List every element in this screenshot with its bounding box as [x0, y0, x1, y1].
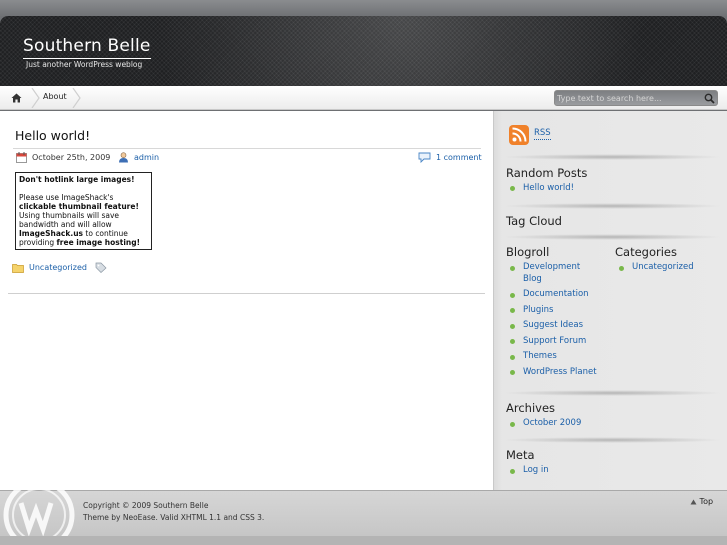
categories-title: Categories	[615, 245, 677, 259]
image-text-line: clickable thumbnail feature!	[19, 202, 139, 211]
home-button[interactable]	[0, 86, 32, 110]
site-header: Southern Belle Just another WordPress we…	[0, 16, 727, 86]
random-posts-title: Random Posts	[506, 166, 588, 180]
bullet	[510, 422, 515, 427]
bullet	[510, 293, 515, 298]
divider	[502, 234, 722, 240]
post-image[interactable]: Don't hotlink large images! Please use I…	[15, 172, 152, 250]
bullet	[510, 370, 515, 375]
page-bottom-strip	[0, 536, 727, 545]
post-author-link[interactable]: admin	[134, 153, 159, 162]
blogroll-link[interactable]: Blog	[523, 274, 542, 285]
css-link[interactable]: CSS 3	[240, 513, 262, 522]
divider	[502, 154, 722, 160]
tag-cloud-title: Tag Cloud	[506, 214, 562, 228]
site-description: Just another WordPress weblog	[26, 60, 143, 69]
image-text-line: providing	[19, 238, 57, 247]
random-post-link[interactable]: Hello world!	[523, 183, 574, 194]
divider	[502, 203, 722, 209]
image-text-line: Please use ImageShack's	[19, 193, 114, 202]
post-title[interactable]: Hello world!	[15, 128, 90, 143]
archives-title: Archives	[506, 401, 556, 415]
image-text-line: to continue	[83, 229, 128, 238]
user-icon	[119, 152, 128, 163]
blogroll-link[interactable]: Plugins	[523, 305, 553, 316]
nav-separator-icon	[72, 88, 81, 108]
image-text-line: Don't hotlink large images!	[19, 175, 135, 184]
magnifier-icon	[704, 93, 715, 104]
meta-title: Meta	[506, 448, 535, 462]
blogroll-link[interactable]: WordPress Planet	[523, 367, 597, 378]
page-top-strip	[0, 0, 727, 16]
archive-link[interactable]: October 2009	[523, 418, 581, 429]
footer-copyright: Copyright © 2009 Southern Belle	[83, 501, 209, 510]
post-comments-link[interactable]: 1 comment	[436, 153, 482, 162]
rss-icon[interactable]	[509, 125, 529, 145]
bullet	[510, 324, 515, 329]
rss-link[interactable]: RSS	[534, 128, 551, 140]
divider	[502, 437, 722, 443]
wordpress-logo-icon	[3, 489, 75, 539]
back-to-top-label: Top	[699, 497, 714, 506]
nav-item-about[interactable]: About	[43, 92, 67, 101]
divider	[502, 390, 722, 396]
search-button[interactable]	[702, 92, 716, 104]
bullet	[510, 339, 515, 344]
comment-icon	[418, 152, 431, 163]
blogroll-link[interactable]: Suggest Ideas	[523, 320, 583, 331]
blogroll-title: Blogroll	[506, 245, 550, 259]
image-text-line: free image hosting!	[56, 238, 141, 247]
site-footer: Copyright © 2009 Southern Belle Theme by…	[0, 489, 727, 539]
bullet	[619, 266, 624, 271]
bullet	[510, 308, 515, 313]
xhtml-link[interactable]: XHTML 1.1	[181, 513, 221, 522]
tag-icon	[95, 262, 107, 273]
post-date: October 25th, 2009	[32, 153, 111, 162]
category-link[interactable]: Uncategorized	[632, 262, 694, 273]
image-text-line: bandwidth and will allow	[19, 220, 112, 229]
image-text-line: ImageShack.us	[19, 229, 84, 238]
footer-text: . Valid	[155, 513, 181, 522]
footer-text: Theme by	[83, 513, 123, 522]
theme-author-link[interactable]: NeoEase	[123, 513, 156, 522]
site-title[interactable]: Southern Belle	[23, 36, 151, 59]
login-link[interactable]: Log in	[523, 465, 549, 476]
home-icon	[11, 93, 21, 103]
main-content: Hello world! October 25th, 2009 admin 1 …	[0, 111, 493, 490]
footer-theme-credits: Theme by NeoEase. Valid XHTML 1.1 and CS…	[83, 513, 264, 522]
bullet	[510, 266, 515, 271]
blogroll-link[interactable]: Development	[523, 262, 580, 273]
sidebar: RSS Random Posts Hello world! Tag Cloud …	[493, 111, 727, 490]
footer-text: and	[221, 513, 240, 522]
bullet	[510, 186, 515, 191]
search-box	[554, 90, 718, 106]
image-text-line: Using thumbnails will save	[19, 211, 120, 220]
search-input[interactable]	[557, 92, 699, 104]
blogroll-link[interactable]: Support Forum	[523, 336, 586, 347]
up-arrow-icon	[690, 499, 697, 504]
divider	[8, 293, 485, 294]
nav-separator-icon	[31, 88, 40, 108]
footer-text: .	[261, 513, 265, 522]
folder-icon	[12, 264, 24, 273]
bullet	[510, 355, 515, 360]
calendar-icon	[16, 152, 27, 163]
divider	[13, 148, 481, 149]
post-category-link[interactable]: Uncategorized	[29, 263, 87, 272]
blogroll-link[interactable]: Documentation	[523, 289, 589, 300]
bullet	[510, 469, 515, 474]
blogroll-link[interactable]: Themes	[523, 351, 557, 362]
back-to-top-link[interactable]: Top	[690, 497, 713, 506]
